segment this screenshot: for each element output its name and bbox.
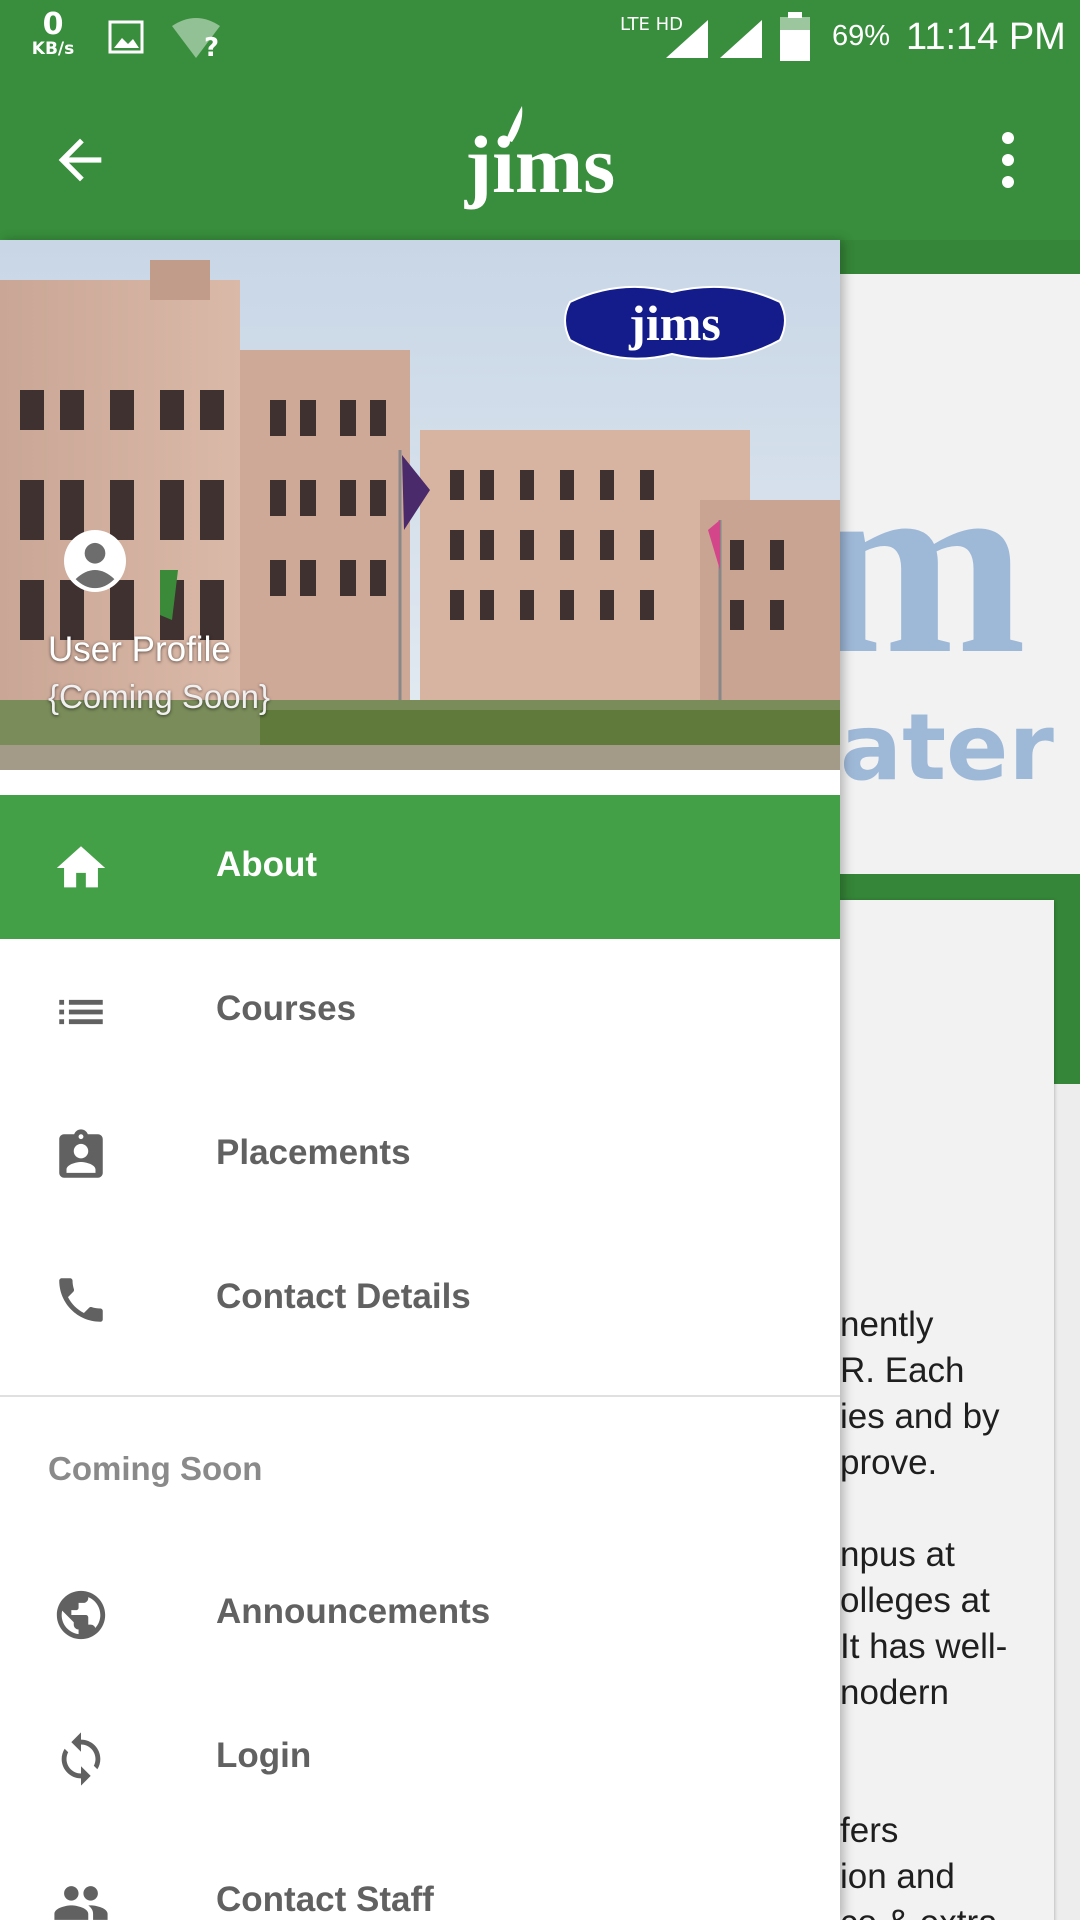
phone-icon <box>59 1278 103 1322</box>
sync-icon <box>61 1732 101 1786</box>
signal-sim1-icon <box>666 20 708 58</box>
badge-text: jims <box>628 295 721 351</box>
account-circle-icon[interactable] <box>64 530 126 592</box>
battery-percentage: 69% <box>832 20 891 52</box>
drawer-header: jims User Profile {Coming Soon} <box>0 240 840 770</box>
navigation-drawer: jims User Profile {Coming Soon} About Co… <box>0 240 840 1920</box>
drawer-item-label: About <box>216 845 318 884</box>
section-header-coming-soon: Coming Soon <box>48 1450 263 1487</box>
signal-sim2-icon <box>720 20 762 58</box>
drawer-item-label: Placements <box>216 1133 411 1172</box>
people-icon <box>54 1886 108 1920</box>
drawer-item-announcements[interactable]: Announcements <box>0 1542 840 1686</box>
list-icon <box>59 999 103 1025</box>
svg-text:?: ? <box>204 33 219 60</box>
user-profile-subtitle: {Coming Soon} <box>48 678 270 715</box>
more-options-icon[interactable] <box>994 128 1022 192</box>
drawer-divider <box>0 1395 840 1397</box>
home-icon <box>56 846 106 888</box>
drawer-item-about[interactable]: About <box>0 795 840 939</box>
drawer-item-label: Login <box>216 1736 312 1775</box>
wifi-unknown-icon: ? <box>172 18 220 60</box>
back-arrow-icon[interactable] <box>48 128 112 192</box>
assignment-ind-icon <box>59 1129 103 1178</box>
user-profile-title[interactable]: User Profile <box>48 630 231 670</box>
drawer-item-courses[interactable]: Courses <box>0 939 840 1083</box>
drawer-item-label: Courses <box>216 989 357 1028</box>
drawer-item-placements[interactable]: Placements <box>0 1083 840 1227</box>
app-bar: jims <box>0 78 1080 240</box>
network-speed-value: 0 <box>42 7 64 42</box>
network-speed: 0 KB/s <box>26 7 80 59</box>
drawer-item-contact-staff[interactable]: Contact Staff <box>0 1830 840 1920</box>
battery-icon <box>780 12 810 61</box>
drawer-item-contact-details[interactable]: Contact Details <box>0 1227 840 1371</box>
drawer-item-label: Announcements <box>216 1592 491 1631</box>
drawer-item-label: Contact Staff <box>216 1880 434 1919</box>
drawer-item-login[interactable]: Login <box>0 1686 840 1830</box>
status-bar: 0 KB/s ? LTE HD 69% 11:14 PM <box>0 0 1080 78</box>
app-logo: jims <box>464 106 615 210</box>
logo-text: jims <box>464 119 615 210</box>
globe-icon <box>56 1590 106 1640</box>
network-speed-unit: KB/s <box>31 39 75 59</box>
drawer-item-label: Contact Details <box>216 1277 471 1316</box>
clock: 11:14 PM <box>906 16 1066 58</box>
image-notification-icon <box>108 20 144 54</box>
